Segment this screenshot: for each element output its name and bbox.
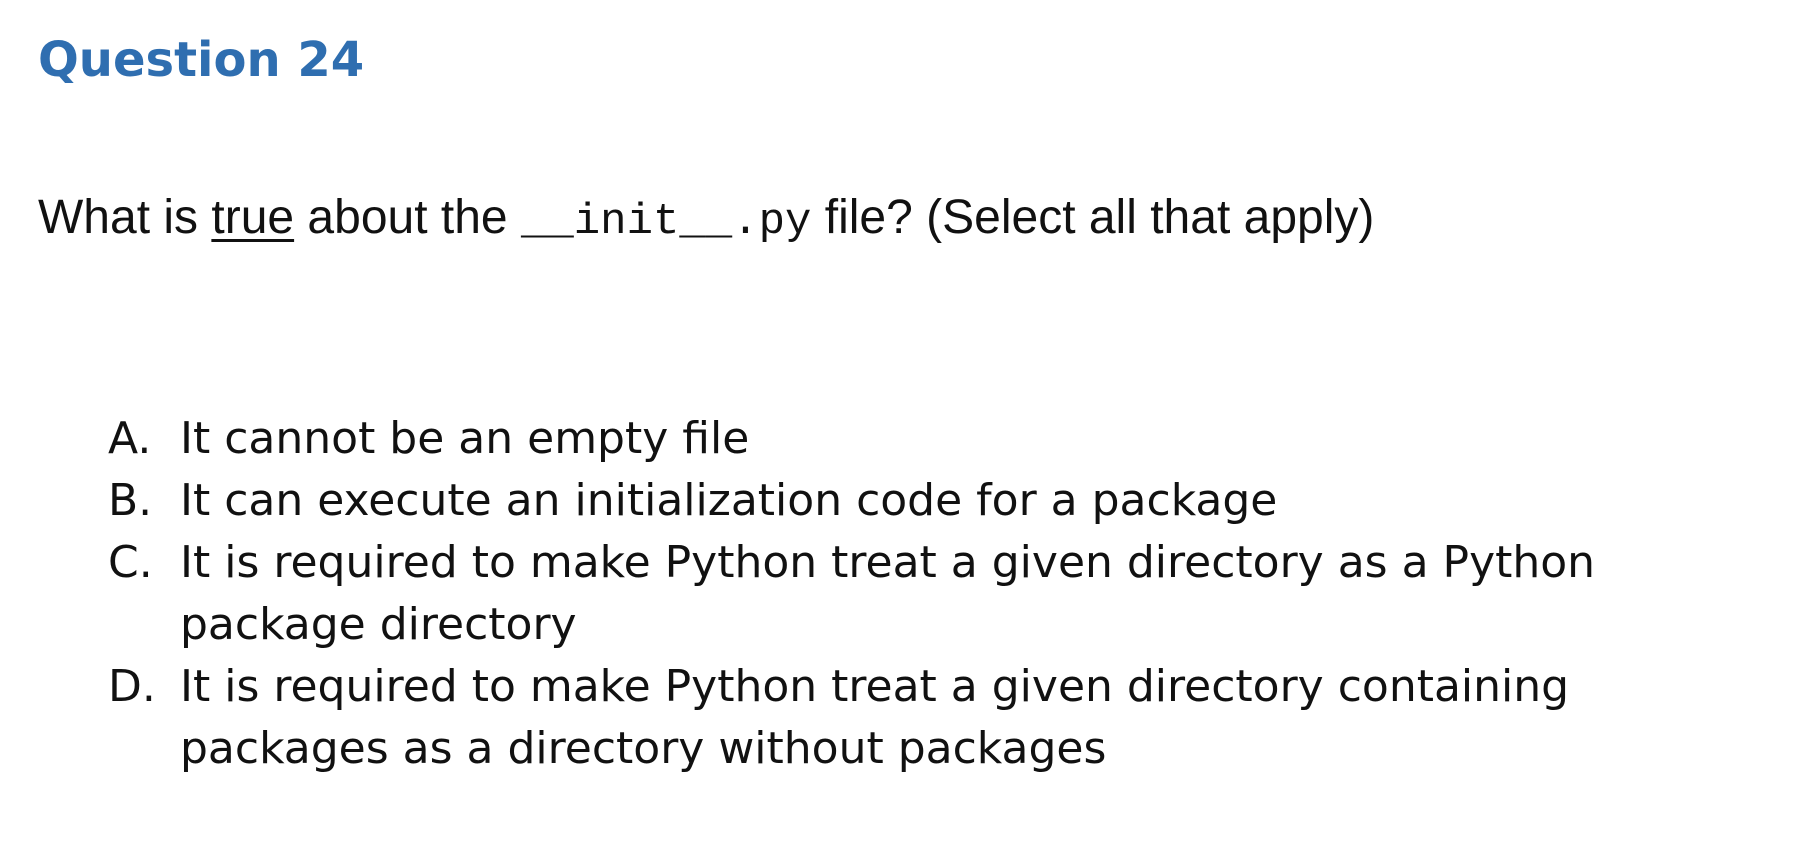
option-letter: C. bbox=[108, 537, 153, 588]
option-letter: D. bbox=[108, 661, 156, 712]
answer-option-d[interactable]: D. It is required to make Python treat a… bbox=[108, 656, 1768, 780]
answer-option-b[interactable]: B. It can execute an initialization code… bbox=[108, 470, 1768, 532]
option-text: It is required to make Python treat a gi… bbox=[180, 661, 1570, 774]
question-prompt: What is true about the __init__.py file?… bbox=[38, 188, 1374, 252]
prompt-text-before: What is bbox=[38, 191, 212, 244]
option-letter: A. bbox=[108, 413, 152, 464]
option-letter: B. bbox=[108, 475, 153, 526]
question-title: Question 24 bbox=[38, 32, 365, 88]
option-text: It can execute an initialization code fo… bbox=[180, 475, 1278, 526]
option-text: It is required to make Python treat a gi… bbox=[180, 537, 1596, 650]
option-text: It cannot be an empty file bbox=[180, 413, 750, 464]
prompt-emphasis: true bbox=[211, 191, 295, 244]
answer-option-a[interactable]: A. It cannot be an empty file bbox=[108, 408, 1768, 470]
question-page: Question 24 What is true about the __ini… bbox=[0, 0, 1794, 848]
answer-options-list: A. It cannot be an empty file B. It can … bbox=[108, 408, 1768, 780]
answer-option-c[interactable]: C. It is required to make Python treat a… bbox=[108, 532, 1768, 656]
prompt-text-after: file? (Select all that apply) bbox=[811, 191, 1375, 244]
prompt-text-middle: about the bbox=[294, 191, 521, 244]
prompt-code-filename: __init__.py bbox=[520, 197, 812, 247]
